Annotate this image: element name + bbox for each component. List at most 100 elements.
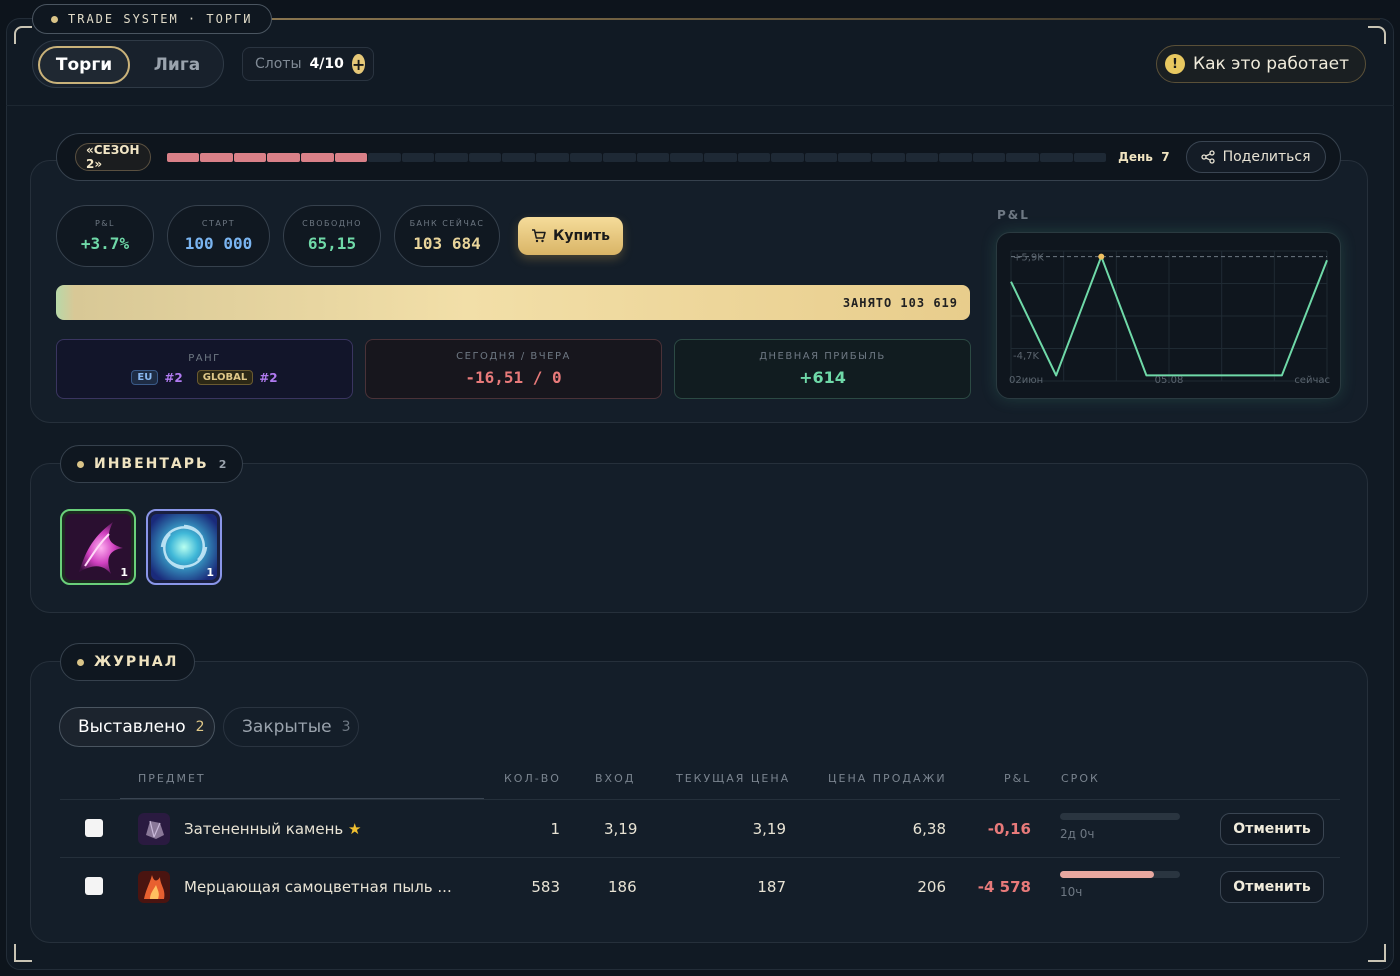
table-row: Затененный камень ★ 1 3,19 3,19 6,38 -0,… bbox=[60, 799, 1340, 857]
x-tick-label: 02июн bbox=[1009, 375, 1043, 386]
stat-start-label: СТАРТ bbox=[201, 219, 236, 228]
global-badge: GLOBAL bbox=[196, 370, 254, 385]
status-dot-icon bbox=[51, 15, 58, 23]
buy-button[interactable]: Купить bbox=[518, 217, 623, 255]
season-segment bbox=[502, 152, 536, 162]
season-bar: «СЕЗОН 2» День 7 Поделиться bbox=[56, 133, 1341, 181]
season-segment bbox=[368, 152, 401, 162]
section-dot-icon bbox=[77, 460, 84, 468]
stat-free-value: 65,15 bbox=[307, 234, 357, 253]
pnl-chart-svg: +5,9K -4,7K 02июн 05.08 сейчас bbox=[1009, 250, 1330, 386]
how-it-works-button[interactable]: ! Как это работает bbox=[1156, 45, 1366, 83]
season-segment bbox=[233, 152, 267, 162]
app-title: TRADE SYSTEM · ТОРГИ bbox=[32, 4, 272, 34]
tab-listed[interactable]: Выставлено 2 bbox=[59, 707, 215, 747]
stat-bank-value: 103 684 bbox=[413, 234, 481, 253]
app-title-text: TRADE SYSTEM · ТОРГИ bbox=[68, 12, 253, 26]
dust-icon bbox=[138, 871, 170, 903]
row-checkbox[interactable] bbox=[85, 877, 103, 895]
main-tabs: Торги Лига bbox=[32, 40, 224, 88]
season-segment bbox=[804, 152, 838, 162]
cancel-button[interactable]: Отменить bbox=[1220, 813, 1324, 845]
stat-bank: БАНК СЕЙЧАС 103 684 bbox=[394, 205, 500, 267]
daily-value: +614 bbox=[799, 368, 846, 387]
favorite-star-icon[interactable]: ★ bbox=[348, 820, 361, 838]
tab-closed-count: 3 bbox=[341, 719, 351, 735]
tab-listed-label: Выставлено bbox=[78, 717, 186, 737]
add-slot-icon[interactable]: + bbox=[351, 54, 366, 74]
item-count: 1 bbox=[206, 566, 214, 579]
inventory-item[interactable]: 1 bbox=[146, 509, 222, 585]
stat-bank-label: БАНК СЕЙЧАС bbox=[409, 219, 485, 228]
season-segment bbox=[939, 152, 972, 162]
journal-header: ЖУРНАЛ bbox=[60, 643, 196, 681]
row-checkbox[interactable] bbox=[85, 819, 103, 837]
data-point bbox=[1098, 253, 1105, 260]
share-button[interactable]: Поделиться bbox=[1185, 141, 1326, 173]
daily-label: ДНЕВНАЯ ПРИБЫЛЬ bbox=[759, 351, 886, 362]
col-current: ТЕКУЩАЯ ЦЕНА bbox=[676, 772, 791, 785]
global-rank: #2 bbox=[259, 370, 278, 385]
stat-start-value: 100 000 bbox=[184, 234, 253, 253]
busy-label: ЗАНЯТО bbox=[842, 295, 893, 310]
daily-profit-card: ДНЕВНАЯ ПРИБЫЛЬ +614 bbox=[674, 339, 971, 399]
inventory-header: ИНВЕНТАРЬ 2 bbox=[60, 445, 244, 483]
item-qty: 583 bbox=[531, 878, 560, 896]
stat-pnl: P&L +3.7% bbox=[56, 205, 154, 267]
item-name-text: Затененный камень bbox=[184, 820, 344, 838]
x-tick-label: сейчас bbox=[1294, 375, 1330, 386]
col-sell: ЦЕНА ПРОДАЖИ bbox=[828, 772, 947, 785]
season-segment bbox=[670, 152, 704, 162]
share-icon bbox=[1200, 150, 1215, 164]
season-segment bbox=[737, 152, 771, 162]
season-segment bbox=[1073, 152, 1107, 162]
inventory-title: ИНВЕНТАРЬ bbox=[94, 456, 209, 472]
season-segment bbox=[636, 152, 670, 162]
inventory-count: 2 bbox=[218, 457, 227, 471]
season-segment bbox=[334, 152, 368, 162]
item-entry: 186 bbox=[608, 878, 637, 896]
tab-trading[interactable]: Торги bbox=[38, 46, 130, 84]
stone-icon bbox=[138, 813, 170, 845]
season-segment bbox=[536, 152, 569, 162]
inventory-item[interactable]: 1 bbox=[60, 509, 136, 585]
season-segment bbox=[569, 152, 603, 162]
cancel-button[interactable]: Отменить bbox=[1220, 871, 1324, 903]
eu-badge: EU bbox=[131, 370, 159, 385]
season-segment bbox=[1039, 152, 1073, 162]
stat-start: СТАРТ 100 000 bbox=[167, 205, 270, 267]
buy-label: Купить bbox=[552, 228, 611, 244]
corner-ornament bbox=[1368, 944, 1386, 962]
info-icon: ! bbox=[1165, 54, 1186, 74]
day-value: 7 bbox=[1161, 150, 1170, 164]
season-progress bbox=[166, 152, 1107, 162]
busy-bar: ЗАНЯТО 103 619 bbox=[56, 285, 970, 320]
item-pnl: -0,16 bbox=[987, 820, 1031, 838]
eu-rank: #2 bbox=[164, 370, 183, 385]
table-row: Мерцающая самоцветная пыль ... 583 186 1… bbox=[60, 857, 1340, 915]
item-pnl: -4 578 bbox=[977, 878, 1031, 896]
season-segment bbox=[872, 152, 905, 162]
season-segment bbox=[771, 152, 804, 162]
season-segment bbox=[401, 152, 435, 162]
x-tick-label: 05.08 bbox=[1155, 375, 1184, 386]
rank-card: РАНГ EU #2 GLOBAL #2 bbox=[56, 339, 353, 399]
slots-label: Слоты bbox=[255, 56, 302, 72]
y-tick-label: -4,7K bbox=[1013, 351, 1040, 362]
tab-closed-label: Закрытые bbox=[242, 717, 332, 737]
stat-pnl-value: +3.7% bbox=[80, 234, 130, 253]
season-segment bbox=[166, 152, 200, 162]
top-rule bbox=[250, 18, 1380, 20]
item-qty: 1 bbox=[550, 820, 560, 838]
season-label: «СЕЗОН 2» bbox=[75, 143, 151, 171]
col-item: ПРЕДМЕТ bbox=[138, 772, 206, 785]
item-current: 3,19 bbox=[752, 820, 786, 838]
tab-listed-count: 2 bbox=[195, 719, 205, 735]
item-sell: 206 bbox=[917, 878, 946, 896]
tab-league[interactable]: Лига bbox=[133, 46, 221, 84]
tab-closed[interactable]: Закрытые 3 bbox=[223, 707, 359, 747]
today-label: СЕГОДНЯ / ВЧЕРА bbox=[456, 351, 571, 362]
item-name: Затененный камень ★ bbox=[184, 820, 361, 838]
corner-ornament bbox=[14, 944, 32, 962]
col-qty: КОЛ-ВО bbox=[504, 772, 561, 785]
